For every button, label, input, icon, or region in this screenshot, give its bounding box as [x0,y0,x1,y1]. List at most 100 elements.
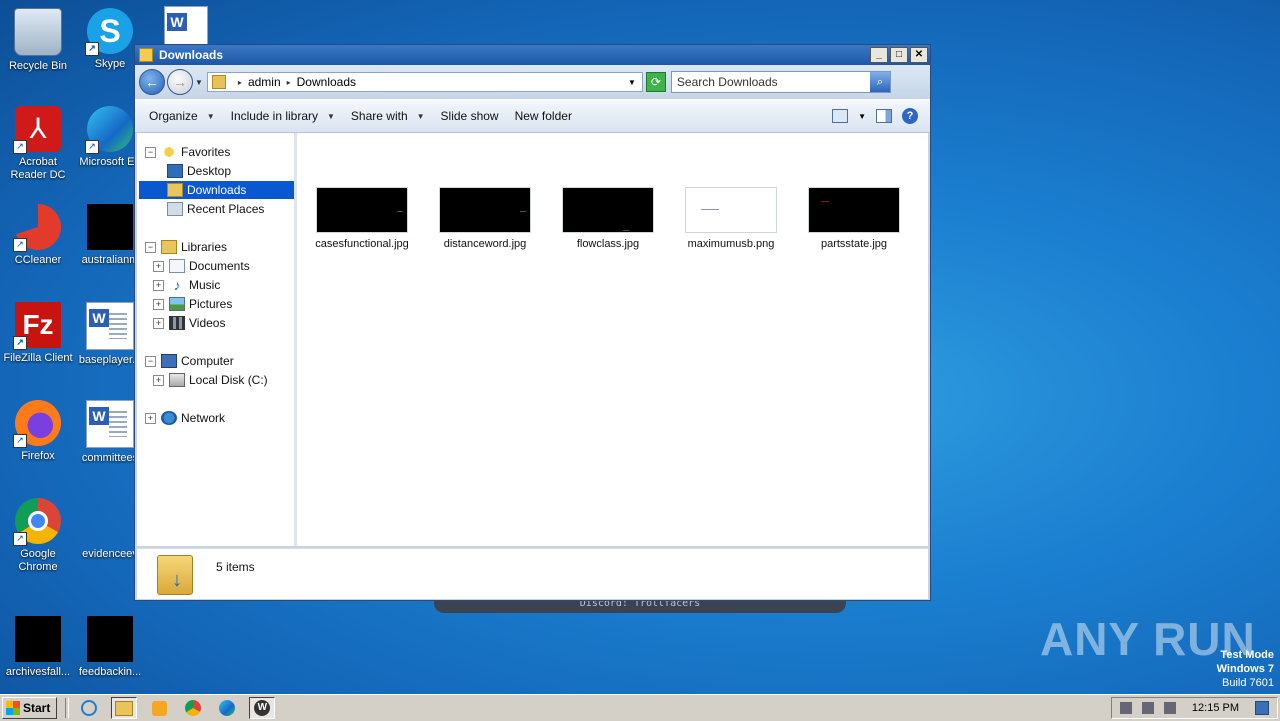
recent-pages-dropdown[interactable]: ▼ [195,78,203,87]
organize-button[interactable]: Organize ▼ [141,104,223,128]
address-bar[interactable]: ▸ admin ▸ Downloads ▼ [206,72,643,92]
chevron-right-icon[interactable]: ▸ [238,78,242,87]
help-button[interactable]: ? [902,108,918,124]
slide-show-button[interactable]: Slide show [433,104,507,128]
speaker-icon[interactable] [1119,702,1132,714]
pictures-icon [169,297,185,311]
file-list[interactable]: casesfunctional.jpg distanceword.jpg flo… [297,133,928,546]
taskbar-chrome[interactable] [181,698,205,718]
taskbar-internet-explorer[interactable] [77,698,101,718]
tree-label: Local Disk (C:) [189,373,268,387]
search-input[interactable] [671,74,870,90]
search-icon[interactable]: ⌕ [869,72,890,92]
tree-item-videos[interactable]: + Videos [153,314,225,332]
show-desktop-icon[interactable] [1255,701,1269,715]
taskbar-explorer[interactable] [111,697,138,719]
chevron-right-icon[interactable]: ▸ [287,78,291,87]
start-button[interactable]: Start [2,697,58,719]
image-thumbnail [439,187,531,233]
command-bar: Organize ▼ Include in library ▼ Share with… [135,99,930,133]
tree-label: Desktop [187,164,232,178]
maximize-button[interactable]: □ [890,47,908,63]
tree-item-favorites[interactable]: − Favorites [145,143,230,161]
tree-item-libraries[interactable]: − Libraries [145,238,227,256]
desktop-icon-filezilla[interactable]: Fz ↗ FileZilla Client [0,302,76,365]
expand-toggle[interactable]: + [153,374,164,386]
clock[interactable]: 12:15 PM [1192,702,1239,714]
image-thumbnail [316,187,408,233]
computer-icon [161,354,177,368]
details-pane: ↓ 5 items [137,548,928,599]
title-bar[interactable]: Downloads _ □ ✕ [135,45,930,65]
desktop-icon-ccleaner[interactable]: ↗ CCleaner [0,204,76,267]
address-history-dropdown[interactable]: ▼ [628,78,636,87]
action-center-flag-icon[interactable] [1163,702,1176,714]
taskbar-media-player[interactable] [147,698,171,718]
tree-label: Pictures [189,297,233,311]
word-document-icon: W [164,6,208,46]
tree-label: Videos [189,316,226,330]
taskbar-edge[interactable] [215,698,239,718]
tree-item-desktop[interactable]: Desktop [167,162,231,180]
image-file-icon [87,204,133,250]
recent-places-icon [167,202,183,216]
word-document-icon: W [86,302,134,350]
search-box[interactable]: ⌕ [670,71,891,93]
forward-button[interactable]: → [167,69,193,95]
change-view-icon[interactable] [832,109,849,123]
network-status-icon[interactable] [1141,702,1154,714]
collapse-toggle[interactable]: − [145,355,156,367]
desktop-icon-archivesfall[interactable]: archivesfall... [0,598,76,679]
taskbar-word[interactable]: W [249,697,276,719]
collapse-toggle[interactable]: − [145,146,156,158]
windows-logo-icon [6,701,20,715]
expand-toggle[interactable]: + [153,279,164,291]
tree-item-recent-places[interactable]: Recent Places [167,200,264,218]
image-thumbnail [808,187,900,233]
chevron-down-icon: ▼ [327,111,335,121]
tree-item-pictures[interactable]: + Pictures [153,295,232,313]
star-icon [161,145,177,159]
desktop-icon-label: Recycle Bin [8,60,68,72]
expand-toggle[interactable]: + [145,412,156,424]
expand-toggle[interactable]: + [153,260,164,272]
desktop-icon-recycle-bin[interactable]: Recycle Bin [0,8,76,73]
collapse-toggle[interactable]: − [145,241,156,253]
refresh-button[interactable]: ⟳ [645,72,666,92]
navigation-pane[interactable]: − Favorites Desktop Downloads Recent Pla… [137,133,297,546]
desktop-icon-firefox[interactable]: ↗ Firefox [0,400,76,463]
tree-label: Music [189,278,221,292]
minimize-button[interactable]: _ [870,47,888,63]
build-line: Build 7601 [1222,677,1274,689]
file-item[interactable]: distanceword.jpg [430,187,540,250]
close-button[interactable]: ✕ [910,47,928,63]
tree-item-downloads[interactable]: Downloads [139,181,294,199]
file-item[interactable]: flowclass.jpg [553,187,663,250]
include-in-library-button[interactable]: Include in library ▼ [223,104,343,128]
new-folder-button[interactable]: New folder [507,104,580,128]
tree-item-computer[interactable]: − Computer [145,352,234,370]
tree-label: Network [181,411,226,425]
tree-item-local-disk[interactable]: + Local Disk (C:) [153,371,268,389]
file-item[interactable]: maximumusb.png [676,187,786,250]
edge-icon: ↗ [85,106,133,154]
desktop-icon-label: Firefox [21,450,55,462]
desktop-icon-acrobat[interactable]: ⅄ ↗ Acrobat Reader DC [0,106,76,182]
desktop-icon-feedbackin[interactable]: feedbackin... [72,598,148,679]
tree-item-network[interactable]: + Network [145,409,225,427]
breadcrumb-downloads[interactable]: Downloads [297,75,356,89]
share-with-button[interactable]: Share with ▼ [343,104,433,128]
tree-item-music[interactable]: + ♪ Music [153,276,220,294]
back-button[interactable]: ← [139,69,165,95]
file-item[interactable]: partsstate.jpg [799,187,909,250]
filezilla-icon: Fz ↗ [13,302,61,350]
file-item[interactable]: casesfunctional.jpg [307,187,417,250]
breadcrumb-admin[interactable]: admin [248,75,281,89]
expand-toggle[interactable]: + [153,298,164,310]
expand-toggle[interactable]: + [153,317,164,329]
tree-item-documents[interactable]: + Documents [153,257,250,275]
share-with-label: Share with [350,109,408,123]
desktop-icon-chrome[interactable]: ↗ Google Chrome [0,498,76,574]
view-options-dropdown[interactable]: ▼ [858,112,866,121]
preview-pane-icon[interactable] [876,109,892,123]
